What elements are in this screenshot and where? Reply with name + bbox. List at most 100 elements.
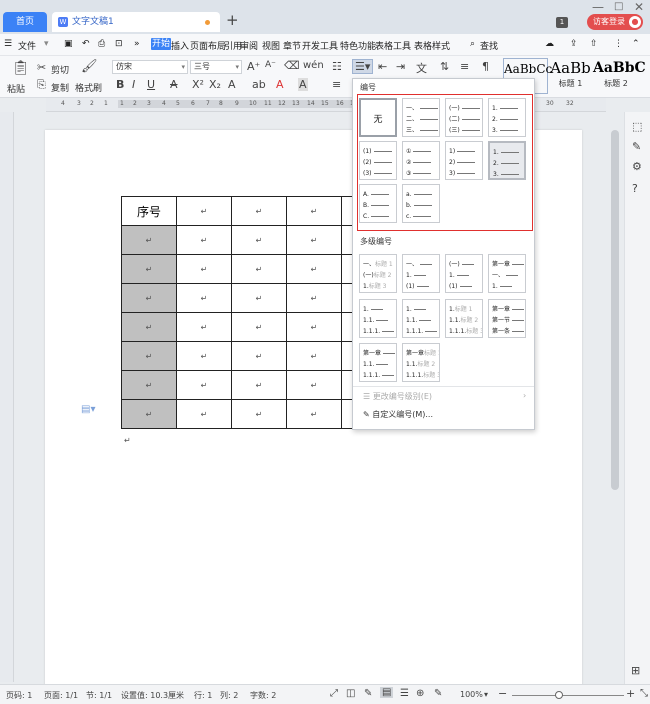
status-pages[interactable]: 页面: 1/1: [44, 690, 78, 701]
table-cell[interactable]: ↵: [121, 254, 177, 284]
font-color-icon[interactable]: A: [276, 78, 284, 91]
more-options-icon[interactable]: ⋮: [614, 39, 623, 49]
numbering-option-single[interactable]: 1. 2. 3.: [488, 98, 526, 137]
zoom-slider-thumb[interactable]: [555, 691, 563, 699]
fullscreen-icon[interactable]: ⤢: [330, 688, 338, 699]
outline-view-icon[interactable]: ☰: [400, 688, 409, 699]
adjust-icon[interactable]: ⚙: [632, 160, 642, 173]
increase-indent-icon[interactable]: ⇥: [396, 60, 405, 73]
table-cell[interactable]: ↵: [121, 312, 177, 342]
table-cell[interactable]: ↵: [176, 283, 232, 313]
menu-item-7[interactable]: 开发工具: [302, 39, 338, 52]
minimize-icon[interactable]: —: [592, 0, 604, 14]
table-cell[interactable]: ↵: [121, 225, 177, 255]
numbering-option-single[interactable]: (1) (2) (3): [359, 141, 397, 180]
tab-home[interactable]: 首页: [3, 12, 47, 32]
numbering-button[interactable]: ☰▾: [352, 59, 374, 74]
table-cell[interactable]: ↵: [286, 341, 342, 371]
custom-numbering-item[interactable]: ✎ 自定义编号(M)...: [363, 409, 433, 420]
paste-icon[interactable]: 📋︎: [12, 60, 30, 76]
subscript-icon[interactable]: X₂: [209, 78, 221, 91]
table-cell[interactable]: ↵: [176, 341, 232, 371]
select-icon[interactable]: ⬚: [632, 120, 642, 133]
print-icon[interactable]: ⎙: [98, 39, 105, 49]
numbering-option-multilevel[interactable]: 第一章标题 1 1.1.标题 2 1.1.1.标题 3: [402, 343, 440, 382]
guest-login-button[interactable]: 访客登录 ●: [587, 14, 643, 30]
zoom-out-icon[interactable]: −: [498, 687, 507, 700]
table-cell[interactable]: ↵: [286, 254, 342, 284]
apps-grid-icon[interactable]: ⊞: [631, 664, 640, 677]
style-heading-1[interactable]: AaBb 标题 1: [548, 58, 593, 94]
help-icon[interactable]: ?: [632, 182, 638, 195]
vertical-scrollbar[interactable]: [611, 130, 619, 490]
doc-assistant-icon[interactable]: ▤▾: [81, 404, 95, 415]
numbering-option-single[interactable]: a. b. c.: [402, 184, 440, 223]
menu-item-0[interactable]: 开始: [151, 38, 172, 50]
table-cell[interactable]: ↵: [231, 399, 287, 429]
preview-icon[interactable]: ⊡: [115, 39, 123, 49]
menu-item-5[interactable]: 视图: [262, 39, 280, 52]
fit-page-icon[interactable]: ⤡: [640, 688, 648, 699]
format-painter-button[interactable]: 格式刷: [75, 81, 102, 94]
hamburger-menu-icon[interactable]: ☰: [4, 39, 12, 49]
share-icon[interactable]: ⇪: [570, 39, 578, 49]
numbering-option-multilevel[interactable]: 一、 1. (1): [402, 254, 440, 293]
numbering-option-single[interactable]: ① ② ③: [402, 141, 440, 180]
char-shading-icon[interactable]: A: [298, 78, 308, 91]
status-section[interactable]: 节: 1/1: [86, 690, 112, 701]
line-spacing-icon[interactable]: ≡: [460, 60, 469, 73]
zoom-in-icon[interactable]: +: [626, 687, 635, 700]
table-cell[interactable]: ↵: [176, 225, 232, 255]
underline-icon[interactable]: U: [147, 78, 155, 91]
menu-item-9[interactable]: 表格工具: [375, 39, 411, 52]
eye-protect-icon[interactable]: ✎: [434, 688, 442, 699]
superscript-icon[interactable]: X²: [192, 78, 204, 91]
paste-button[interactable]: 粘贴: [7, 82, 25, 95]
menu-item-1[interactable]: 插入: [171, 39, 189, 52]
strikethrough-icon[interactable]: A: [170, 78, 178, 91]
numbering-option-single[interactable]: 一、 二、 三、: [402, 98, 440, 137]
menu-item-10[interactable]: 表格样式: [414, 39, 450, 52]
search-label[interactable]: 查找: [480, 39, 498, 52]
status-page-code[interactable]: 页码: 1: [6, 690, 32, 701]
write-mode-icon[interactable]: ✎: [364, 688, 372, 699]
numbering-option-single[interactable]: A. B. C.: [359, 184, 397, 223]
numbering-option-multilevel[interactable]: (一) 1. (1): [445, 254, 483, 293]
grow-font-icon[interactable]: A⁺: [247, 60, 260, 73]
table-cell[interactable]: 序号: [121, 196, 177, 226]
more-menus-icon[interactable]: »: [134, 39, 140, 49]
style-heading-2[interactable]: AaBbC 标题 2: [593, 58, 646, 94]
close-icon[interactable]: ✕: [634, 0, 644, 14]
table-cell[interactable]: ↵: [286, 283, 342, 313]
show-marks-icon[interactable]: ¶: [482, 60, 489, 73]
table-cell[interactable]: ↵: [286, 399, 342, 429]
table-cell[interactable]: ↵: [231, 370, 287, 400]
status-col[interactable]: 列: 2: [220, 690, 238, 701]
numbering-option-single[interactable]: (一) (二) (三): [445, 98, 483, 137]
reading-mode-icon[interactable]: ◫: [346, 688, 355, 699]
vertical-ruler[interactable]: [0, 112, 14, 682]
table-cell[interactable]: ↵: [176, 196, 232, 226]
format-painter-icon[interactable]: 🖌︎: [81, 59, 98, 74]
chevron-down-icon[interactable]: ▾: [44, 39, 49, 49]
numbering-option-single[interactable]: 1. 2. 3.: [488, 141, 526, 180]
table-cell[interactable]: ↵: [231, 254, 287, 284]
status-row[interactable]: 行: 1: [194, 690, 212, 701]
status-words[interactable]: 字数: 2: [250, 690, 276, 701]
status-setting[interactable]: 设置值: 10.3厘米: [121, 690, 184, 701]
numbering-option-multilevel[interactable]: 1. 1.1. 1.1.1.: [359, 299, 397, 338]
search-icon[interactable]: ⌕: [470, 39, 475, 49]
bullets-icon[interactable]: ☷: [332, 60, 342, 73]
copy-icon[interactable]: ⎘: [37, 78, 46, 92]
italic-icon[interactable]: I: [132, 78, 135, 91]
clear-format-icon[interactable]: ⌫: [284, 59, 300, 72]
copy-button[interactable]: 复制: [51, 81, 69, 94]
table-cell[interactable]: ↵: [121, 399, 177, 429]
table-cell[interactable]: ↵: [176, 370, 232, 400]
scissors-icon[interactable]: ✂: [37, 61, 46, 74]
table-cell[interactable]: ↵: [231, 341, 287, 371]
table-cell[interactable]: ↵: [286, 370, 342, 400]
menu-file[interactable]: 文件: [18, 39, 36, 52]
table-cell[interactable]: ↵: [121, 370, 177, 400]
table-cell[interactable]: ↵: [286, 196, 342, 226]
